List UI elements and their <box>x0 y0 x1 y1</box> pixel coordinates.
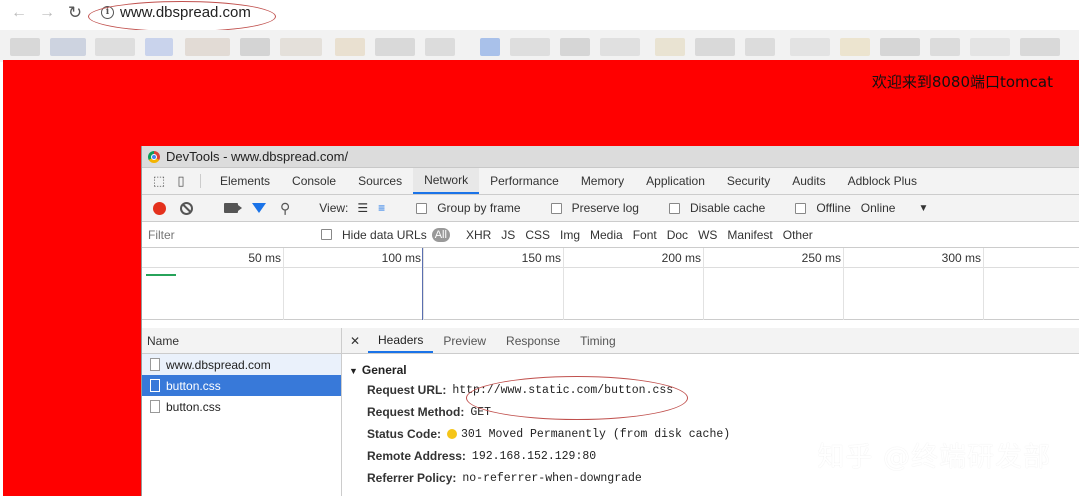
filter-bar: Hide data URLs All XHR JS CSS Img Media … <box>142 222 1079 248</box>
general-section-header[interactable]: ▼ General <box>342 354 1079 377</box>
tab-response[interactable]: Response <box>496 328 570 353</box>
offline-label: Offline <box>816 201 851 215</box>
group-by-frame-label: Group by frame <box>437 201 521 215</box>
status-dot-icon <box>447 429 458 439</box>
tab-performance[interactable]: Performance <box>479 168 570 194</box>
clear-icon[interactable] <box>180 201 193 215</box>
back-arrow-icon[interactable]: ← <box>10 4 28 22</box>
annotation-ellipse-url <box>88 1 276 32</box>
close-icon[interactable]: ✕ <box>342 328 368 353</box>
tick-label: 200 ms <box>661 251 701 265</box>
waterfall-icon[interactable]: ≡ <box>378 201 385 215</box>
tab-timing[interactable]: Timing <box>570 328 626 353</box>
tab-headers[interactable]: Headers <box>368 328 434 353</box>
type-filter-media[interactable]: Media <box>590 228 623 242</box>
tick-label: 100 ms <box>381 251 421 265</box>
forward-arrow-icon[interactable]: → <box>38 4 56 22</box>
chrome-logo-icon <box>148 150 160 163</box>
network-overview-timeline[interactable]: 50 ms 100 ms 150 ms 200 ms 250 ms 300 ms <box>142 248 1079 320</box>
type-filter-ws[interactable]: WS <box>698 228 717 242</box>
type-filter-xhr[interactable]: XHR <box>466 228 491 242</box>
request-bar <box>146 274 176 276</box>
tab-security[interactable]: Security <box>716 168 781 194</box>
network-toolbar: ⚲ View: ☰ ≡ Group by frame Preserve log … <box>142 195 1079 222</box>
tick-label: 50 ms <box>248 251 281 265</box>
triangle-down-icon: ▼ <box>349 366 358 376</box>
throttle-select[interactable]: Online <box>861 201 896 215</box>
tab-audits[interactable]: Audits <box>781 168 836 194</box>
disable-cache-checkbox[interactable] <box>668 202 680 214</box>
preserve-log-label: Preserve log <box>571 201 639 215</box>
request-name: button.css <box>166 378 221 393</box>
request-name: button.css <box>166 399 221 414</box>
type-filter-doc[interactable]: Doc <box>667 228 688 242</box>
document-icon <box>150 400 160 413</box>
hide-data-urls-checkbox[interactable] <box>321 229 332 240</box>
devtools-title: DevTools - www.dbspread.com/ <box>166 149 349 164</box>
type-filter-js[interactable]: JS <box>501 228 515 242</box>
hide-data-urls-label: Hide data URLs <box>342 227 427 242</box>
annotation-ellipse-request-url <box>466 376 688 420</box>
preserve-log-checkbox[interactable] <box>550 202 562 214</box>
tick-label: 250 ms <box>801 251 841 265</box>
record-icon[interactable] <box>153 201 166 215</box>
type-filter-manifest[interactable]: Manifest <box>727 228 772 242</box>
type-filter-other[interactable]: Other <box>783 228 813 242</box>
device-toolbar-icon[interactable]: ▯ <box>170 168 192 194</box>
request-row-selected[interactable]: button.css <box>142 375 341 396</box>
bookmarks-bar-blurred <box>0 30 1079 62</box>
tab-network[interactable]: Network <box>413 168 480 194</box>
disable-cache-label: Disable cache <box>689 201 766 215</box>
tab-memory[interactable]: Memory <box>570 168 635 194</box>
welcome-text: 欢迎来到8080端口tomcat <box>871 73 1053 91</box>
tab-console[interactable]: Console <box>281 168 347 194</box>
capture-screenshots-icon[interactable] <box>224 203 242 213</box>
tab-sources[interactable]: Sources <box>347 168 413 194</box>
request-name: www.dbspread.com <box>166 357 271 372</box>
tab-adblock-plus[interactable]: Adblock Plus <box>837 168 928 194</box>
name-column-header[interactable]: Name <box>142 328 341 354</box>
offline-checkbox[interactable] <box>795 202 807 214</box>
browser-toolbar: ← → ↻ i www.dbspread.com <box>0 0 1079 32</box>
filter-input[interactable] <box>145 224 313 245</box>
devtools-panel-tabs: ⬚ ▯ Elements Console Sources Network Per… <box>142 168 1079 195</box>
search-icon[interactable]: ⚲ <box>280 200 290 217</box>
tab-application[interactable]: Application <box>635 168 716 194</box>
request-method-row: Request Method: GET <box>367 405 492 419</box>
request-list: Name www.dbspread.com button.css button.… <box>142 328 342 496</box>
detail-tabs: ✕ Headers Preview Response Timing <box>342 328 1079 354</box>
large-rows-icon[interactable]: ☰ <box>357 201 368 215</box>
view-label: View: <box>319 201 349 215</box>
request-row[interactable]: www.dbspread.com <box>142 354 341 375</box>
chevron-down-icon[interactable]: ▼ <box>918 203 928 214</box>
tab-elements[interactable]: Elements <box>209 168 281 194</box>
group-by-frame-checkbox[interactable] <box>416 202 428 214</box>
watermark: 知乎 @终端研发部 <box>817 442 1051 473</box>
devtools-titlebar: DevTools - www.dbspread.com/ <box>142 146 1079 168</box>
reload-icon[interactable]: ↻ <box>66 4 84 22</box>
request-row[interactable]: button.css <box>142 396 341 417</box>
timeline-marker <box>422 248 423 320</box>
inspect-element-icon[interactable]: ⬚ <box>148 168 170 194</box>
request-url-row: Request URL: http://www.static.com/butto… <box>367 383 674 397</box>
type-filter-all[interactable]: All <box>431 227 450 242</box>
filter-icon[interactable] <box>252 203 266 213</box>
type-filter-css[interactable]: CSS <box>525 228 550 242</box>
tab-preview[interactable]: Preview <box>433 328 496 353</box>
document-icon <box>150 358 160 371</box>
type-filter-font[interactable]: Font <box>633 228 657 242</box>
tick-label: 300 ms <box>941 251 981 265</box>
type-filter-img[interactable]: Img <box>560 228 580 242</box>
tick-label: 150 ms <box>521 251 561 265</box>
document-icon <box>150 379 160 392</box>
